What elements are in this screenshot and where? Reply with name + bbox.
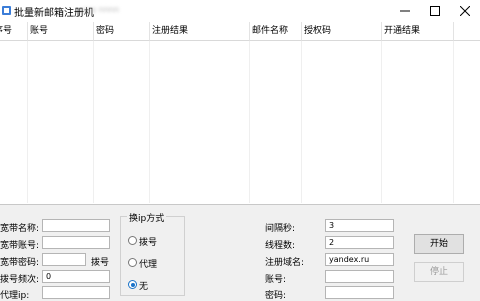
column-header-mail-name[interactable]: 邮件名称 bbox=[250, 22, 302, 41]
broadband-password-label: 宽带密码: bbox=[0, 258, 40, 268]
maximize-icon bbox=[430, 6, 440, 16]
column-divider bbox=[453, 41, 454, 203]
minimize-button[interactable] bbox=[390, 0, 420, 22]
title-bar: 批量新邮箱注册机 yyy nnnn bbox=[0, 0, 480, 22]
broadband-password-input[interactable] bbox=[42, 253, 86, 266]
ip-mode-dial-radio[interactable] bbox=[128, 236, 137, 245]
threads-label: 线程数: bbox=[265, 241, 296, 251]
threads-input[interactable]: 2 bbox=[325, 236, 394, 249]
results-grid[interactable]: 序号 账号 密码 注册结果 邮件名称 授权码 开通结果 bbox=[0, 22, 480, 205]
column-divider bbox=[149, 41, 150, 203]
ip-mode-proxy-label[interactable]: 代理 bbox=[139, 257, 157, 270]
close-button[interactable] bbox=[450, 0, 480, 22]
column-header-password[interactable]: 密码 bbox=[94, 22, 150, 41]
column-divider bbox=[381, 41, 382, 203]
register-domain-input[interactable]: yandex.ru bbox=[325, 253, 394, 266]
broadband-account-label: 宽带账号: bbox=[0, 241, 40, 251]
maximize-button[interactable] bbox=[420, 0, 450, 22]
minimize-icon bbox=[400, 10, 410, 12]
column-header-filler bbox=[454, 22, 480, 41]
dial-frequency-label: 拨号频次: bbox=[0, 275, 40, 285]
close-icon bbox=[460, 6, 470, 16]
dial-frequency-input[interactable]: 0 bbox=[42, 270, 110, 283]
broadband-name-input[interactable] bbox=[42, 219, 110, 232]
app-icon bbox=[2, 6, 11, 15]
ip-mode-proxy-radio[interactable] bbox=[128, 258, 137, 267]
column-header-register-result[interactable]: 注册结果 bbox=[150, 22, 250, 41]
broadband-account-input[interactable] bbox=[42, 236, 110, 249]
password-label: 密码: bbox=[265, 291, 287, 301]
dial-label: 拨号 bbox=[91, 258, 110, 268]
ip-mode-none-label[interactable]: 无 bbox=[139, 279, 148, 292]
account-label: 账号: bbox=[265, 275, 287, 285]
column-header-account[interactable]: 账号 bbox=[28, 22, 94, 41]
account-input[interactable] bbox=[325, 270, 394, 283]
column-divider bbox=[301, 41, 302, 203]
register-domain-label: 注册域名: bbox=[265, 258, 305, 268]
proxy-ip-input[interactable] bbox=[42, 286, 110, 299]
column-divider bbox=[93, 41, 94, 203]
column-divider bbox=[249, 41, 250, 203]
interval-label: 间隔秒: bbox=[265, 224, 296, 234]
column-header-open-result[interactable]: 开通结果 bbox=[382, 22, 454, 41]
password-input[interactable] bbox=[325, 286, 394, 299]
ip-mode-group-title: 换ip方式 bbox=[127, 211, 167, 224]
column-divider bbox=[27, 41, 28, 203]
broadband-name-label: 宽带名称: bbox=[0, 224, 40, 234]
ip-mode-dial-label[interactable]: 拨号 bbox=[139, 235, 157, 248]
start-button[interactable]: 开始 bbox=[414, 234, 464, 254]
column-header-auth-code[interactable]: 授权码 bbox=[302, 22, 382, 41]
interval-input[interactable]: 3 bbox=[325, 219, 394, 232]
proxy-ip-label: 代理ip: bbox=[0, 291, 30, 301]
window-title-suffix: yyy nnnn bbox=[82, 5, 120, 14]
stop-button[interactable]: 停止 bbox=[414, 262, 464, 282]
column-header-index[interactable]: 序号 bbox=[0, 22, 28, 41]
ip-mode-none-radio[interactable] bbox=[128, 280, 137, 289]
